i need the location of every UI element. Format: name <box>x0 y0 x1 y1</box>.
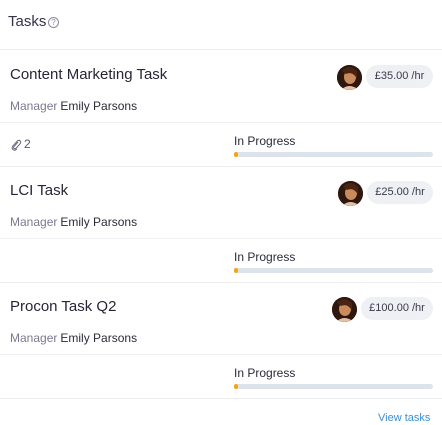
progress-bar <box>234 152 433 157</box>
progress-bar-fill <box>234 152 238 157</box>
hourly-rate-badge: £25.00 /hr <box>367 181 433 204</box>
manager-name: Emily Parsons <box>60 99 138 113</box>
question-circle-icon[interactable]: ? <box>48 17 59 28</box>
progress-bar <box>234 268 433 273</box>
task-summary: Content Marketing Task Manager Emily Pars… <box>0 50 442 123</box>
task-progress-row: In Progress <box>0 355 442 399</box>
task-title[interactable]: Content Marketing Task <box>10 66 167 83</box>
task-title[interactable]: Procon Task Q2 <box>10 298 116 315</box>
tasks-header: Tasks ? <box>0 0 442 50</box>
avatar <box>332 297 357 322</box>
task-progress-row: In Progress <box>0 239 442 283</box>
task-summary: Procon Task Q2 Manager Emily Parsons £100… <box>0 282 442 355</box>
manager-label: Manager <box>10 331 58 345</box>
avatar <box>338 181 363 206</box>
status-label: In Progress <box>234 134 296 148</box>
status-label: In Progress <box>234 250 296 264</box>
attachments-count[interactable]: 2 <box>10 137 31 151</box>
manager-label: Manager <box>10 215 58 229</box>
manager-info: Manager Emily Parsons <box>10 215 137 229</box>
manager-info: Manager Emily Parsons <box>10 99 137 113</box>
page-title: Tasks <box>8 13 47 30</box>
task-summary: LCI Task Manager Emily Parsons £25.00 /hr <box>0 166 442 239</box>
status-label: In Progress <box>234 366 296 380</box>
manager-name: Emily Parsons <box>60 331 138 345</box>
task-title[interactable]: LCI Task <box>10 182 68 199</box>
view-tasks-link[interactable]: View tasks <box>378 412 430 424</box>
paperclip-icon <box>11 139 22 151</box>
manager-label: Manager <box>10 99 58 113</box>
hourly-rate-badge: £100.00 /hr <box>361 297 433 320</box>
manager-name: Emily Parsons <box>60 215 138 229</box>
manager-info: Manager Emily Parsons <box>10 331 137 345</box>
avatar <box>337 65 362 90</box>
task-progress-row: 2 In Progress <box>0 123 442 167</box>
progress-bar-fill <box>234 384 238 389</box>
progress-bar <box>234 384 433 389</box>
progress-bar-fill <box>234 268 238 273</box>
hourly-rate-badge: £35.00 /hr <box>366 65 433 88</box>
attachments-number: 2 <box>24 137 31 151</box>
